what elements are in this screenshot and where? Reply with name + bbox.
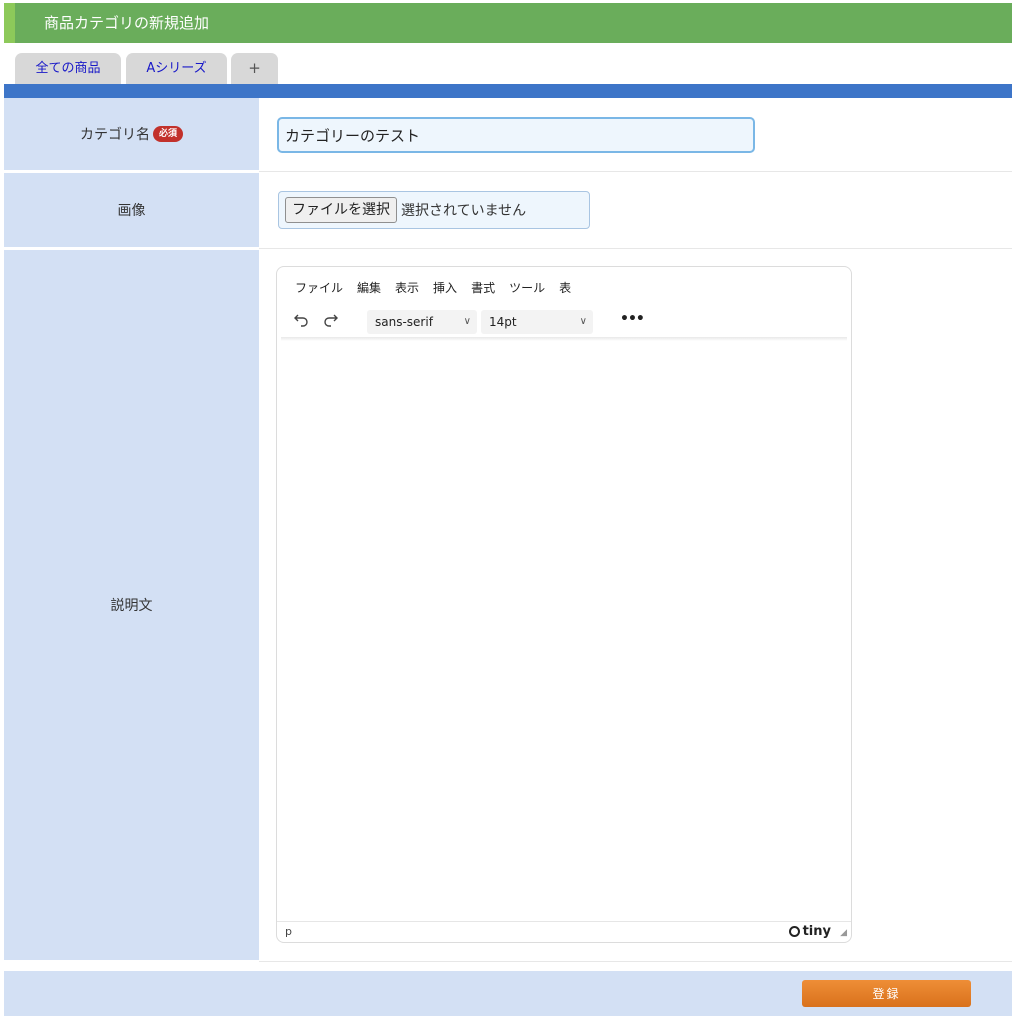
font-family-value: sans-serif bbox=[375, 315, 433, 329]
rich-text-editor: ファイル 編集 表示 挿入 書式 ツール 表 sans-serif ∨ 14pt… bbox=[276, 266, 852, 943]
page-title: 商品カテゴリの新規追加 bbox=[44, 14, 210, 32]
menu-insert[interactable]: 挿入 bbox=[433, 279, 457, 296]
resize-icon[interactable]: ◢ bbox=[840, 928, 847, 938]
editor-menubar: ファイル 編集 表示 挿入 書式 ツール 表 bbox=[295, 279, 585, 296]
image-label: 画像 bbox=[117, 203, 146, 219]
tab-label: 全ての商品 bbox=[35, 61, 101, 76]
choose-file-button[interactable]: ファイルを選択 bbox=[285, 197, 397, 223]
description-label: 説明文 bbox=[110, 598, 153, 614]
editor-content-area[interactable] bbox=[278, 341, 850, 919]
page-header: 商品カテゴリの新規追加 bbox=[4, 3, 1012, 43]
menu-table[interactable]: 表 bbox=[559, 279, 571, 296]
menu-edit[interactable]: 編集 bbox=[357, 279, 381, 296]
plus-icon: + bbox=[248, 59, 261, 77]
tiny-brand-link[interactable]: tiny bbox=[788, 924, 831, 939]
chevron-down-icon: ∨ bbox=[463, 316, 471, 327]
tiny-brand-text: tiny bbox=[802, 924, 831, 939]
register-button-label: 登録 bbox=[872, 987, 901, 1001]
font-size-select[interactable]: 14pt ∨ bbox=[481, 310, 593, 334]
row-divider bbox=[259, 171, 1012, 172]
required-badge: 必須 bbox=[152, 126, 183, 142]
image-label-cell: 画像 bbox=[4, 173, 259, 247]
menu-format[interactable]: 書式 bbox=[471, 279, 495, 296]
tab-label: Aシリーズ bbox=[146, 61, 207, 76]
editor-statusbar: p tiny ◢ bbox=[277, 921, 851, 943]
tab-all-products[interactable]: 全ての商品 bbox=[15, 53, 121, 84]
description-label-cell: 説明文 bbox=[4, 250, 259, 960]
undo-icon[interactable] bbox=[293, 311, 309, 331]
menu-tools[interactable]: ツール bbox=[509, 279, 545, 296]
tab-a-series[interactable]: Aシリーズ bbox=[126, 53, 227, 84]
tiny-logo-icon bbox=[788, 926, 800, 937]
page: 商品カテゴリの新規追加 全ての商品 Aシリーズ + カテゴリ名 必須 画像 ファ… bbox=[0, 0, 1012, 1024]
element-path[interactable]: p bbox=[285, 925, 292, 938]
chevron-down-icon: ∨ bbox=[579, 316, 587, 327]
category-name-label: カテゴリ名 bbox=[79, 127, 150, 143]
category-name-input[interactable] bbox=[277, 117, 755, 153]
image-file-input[interactable]: ファイルを選択 選択されていません bbox=[278, 191, 590, 229]
register-button[interactable]: 登録 bbox=[802, 980, 971, 1007]
file-status-text: 選択されていません bbox=[401, 203, 527, 219]
add-tab-button[interactable]: + bbox=[231, 53, 278, 84]
more-icon[interactable]: ••• bbox=[620, 311, 645, 327]
row-divider bbox=[259, 248, 1012, 249]
font-size-value: 14pt bbox=[489, 315, 517, 329]
category-name-label-cell: カテゴリ名 必須 bbox=[4, 98, 259, 170]
menu-file[interactable]: ファイル bbox=[295, 279, 343, 296]
tab-bar-underline bbox=[4, 84, 1012, 98]
font-family-select[interactable]: sans-serif ∨ bbox=[367, 310, 477, 334]
redo-icon[interactable] bbox=[323, 311, 339, 331]
row-divider bbox=[259, 961, 1012, 962]
menu-view[interactable]: 表示 bbox=[395, 279, 419, 296]
